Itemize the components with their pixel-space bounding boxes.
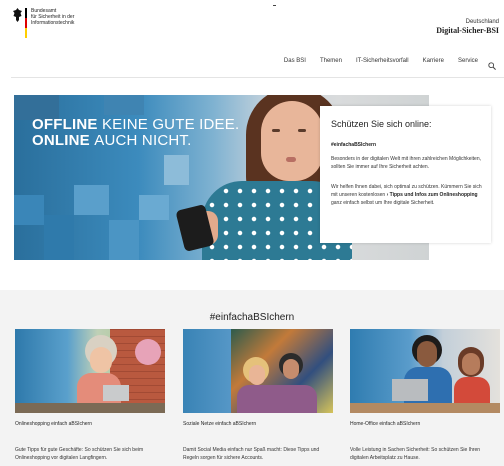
person-eye xyxy=(298,129,306,132)
card-description: Damit Social Media einfach nur Spaß mach… xyxy=(183,447,320,461)
nav-karriere[interactable]: Karriere xyxy=(423,58,444,64)
nav-service[interactable]: Service xyxy=(458,58,478,64)
card-image-home-office[interactable] xyxy=(350,329,500,413)
tipps-link[interactable]: › Tipps und Infos zum Onlineshopping xyxy=(387,192,478,198)
nav-it-sicherheitsvorfall[interactable]: IT-Sicherheitsvorfall xyxy=(356,58,409,64)
hero-info-card: Schützen Sie sich online: #einfachaBSIch… xyxy=(320,106,491,243)
card-description: Gute Tipps für gute Geschäfte: So schütz… xyxy=(15,447,144,461)
card-paragraph: Wir helfen Ihnen dabei, sich optimal zu … xyxy=(331,184,482,206)
brand-top: Deutschland xyxy=(465,19,499,25)
section-title: #einfachaBSIchern xyxy=(209,312,295,323)
search-icon[interactable] xyxy=(488,57,496,70)
card-paragraph: Besonders in der digitalen Welt mit ihre… xyxy=(331,156,481,170)
eagle-icon xyxy=(13,8,22,22)
hero-headline: OFFLINE KEINE GUTE IDEE. ONLINE AUCH NIC… xyxy=(32,116,240,149)
logo-text: Bundesamt für Sicherheit in der Informat… xyxy=(31,8,75,26)
card-caption[interactable]: Onlineshopping einfach aBSIchern xyxy=(15,421,92,427)
divider xyxy=(273,5,276,6)
person-eye xyxy=(272,129,280,132)
card-image-soziale-netze[interactable] xyxy=(183,329,333,413)
card-image-onlineshopping[interactable] xyxy=(15,329,165,413)
card-hashtag: #einfachaBSIchern xyxy=(331,142,377,148)
card-caption[interactable]: Home-Office einfach aBSIchern xyxy=(350,421,420,427)
header-divider xyxy=(11,77,504,78)
nav-themen[interactable]: Themen xyxy=(320,58,342,64)
german-flag xyxy=(25,8,27,38)
bsi-logo[interactable]: Bundesamt für Sicherheit in der Informat… xyxy=(13,8,91,38)
person-mouth xyxy=(286,157,296,162)
card-description: Volle Leistung in Sachen Sicherheit: So … xyxy=(350,447,481,461)
brand-bottom: Digital-Sicher-BSI xyxy=(436,26,499,35)
nav-das-bsi[interactable]: Das BSI xyxy=(284,58,306,64)
card-caption[interactable]: Soziale Netze einfach aBSIchern xyxy=(183,421,256,427)
person-face xyxy=(261,101,323,181)
main-nav: Das BSI Themen IT-Sicherheitsvorfall Kar… xyxy=(270,57,496,70)
card-title: Schützen Sie sich online: xyxy=(331,119,432,129)
site-header: Bundesamt für Sicherheit in der Informat… xyxy=(0,0,504,80)
campaign-brand[interactable]: Deutschland Digital-Sicher-BSI xyxy=(436,19,499,35)
